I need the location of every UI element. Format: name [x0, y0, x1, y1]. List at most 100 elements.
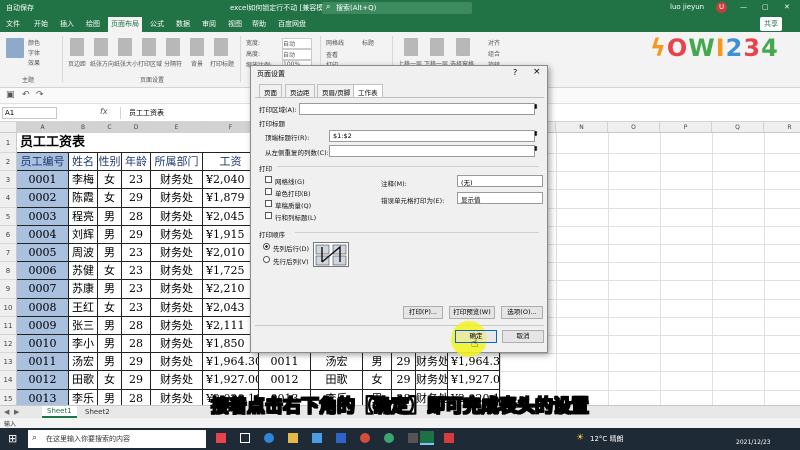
table-cell[interactable]: 0005: [17, 244, 69, 263]
avatar[interactable]: U: [716, 2, 727, 13]
table-cell[interactable]: 23: [122, 280, 151, 299]
print-titles-label[interactable]: 打印标题: [210, 59, 234, 68]
table-cell[interactable]: 29: [122, 353, 151, 372]
table-cell[interactable]: 田歌: [311, 371, 363, 390]
print-preview-button[interactable]: 打印预览(W): [449, 306, 495, 319]
column-header-O[interactable]: O: [608, 122, 660, 133]
row-header-14[interactable]: 14: [0, 371, 17, 390]
table-cell[interactable]: 王红: [69, 298, 98, 317]
store-icon[interactable]: [312, 433, 322, 443]
row-header-4[interactable]: 4: [0, 189, 17, 208]
table-cell[interactable]: 0010: [17, 335, 69, 354]
redo-icon[interactable]: ↷: [36, 90, 44, 100]
table-cell[interactable]: 周波: [69, 244, 98, 263]
tab-review[interactable]: 审阅: [202, 19, 216, 29]
column-header-C[interactable]: C: [98, 122, 122, 133]
print-button[interactable]: 打印(P)...: [403, 306, 443, 319]
table-cell[interactable]: 张三: [69, 316, 98, 335]
table-cell[interactable]: 23: [122, 244, 151, 263]
row-header-8[interactable]: 8: [0, 262, 17, 281]
table-cell[interactable]: 0006: [17, 262, 69, 281]
tab-formulas[interactable]: 公式: [150, 19, 164, 29]
table-cell[interactable]: 苏健: [69, 262, 98, 281]
width-select[interactable]: 自动: [282, 38, 312, 49]
orientation-icon[interactable]: [94, 38, 108, 56]
collapse-icon-cols[interactable]: ⬍: [533, 145, 539, 153]
taskbar-search[interactable]: ⌕ 在这里输入你要搜索的内容: [28, 430, 206, 448]
column-header-A[interactable]: A: [17, 122, 69, 133]
row-header-6[interactable]: 6: [0, 225, 17, 244]
table-cell[interactable]: 0008: [17, 298, 69, 317]
header-cell[interactable]: 性别: [98, 153, 122, 172]
table-cell[interactable]: 汤宏: [69, 353, 98, 372]
breaks-label[interactable]: 分隔符: [164, 59, 182, 68]
draft-checkbox[interactable]: [265, 200, 272, 207]
table-cell[interactable]: 男: [98, 353, 122, 372]
top-rows-input[interactable]: $1:$2: [329, 130, 535, 142]
tab-file[interactable]: 文件: [6, 19, 20, 29]
tab-header-footer[interactable]: 页眉/页脚: [317, 84, 356, 97]
row-header-5[interactable]: 5: [0, 207, 17, 226]
row-header-11[interactable]: 11: [0, 316, 17, 335]
table-cell[interactable]: 28: [122, 335, 151, 354]
errors-select[interactable]: 显示值: [457, 192, 543, 204]
table-cell[interactable]: 田歌: [69, 371, 98, 390]
table-cell[interactable]: 女: [98, 171, 122, 190]
edge-icon[interactable]: [264, 433, 274, 443]
tab-data[interactable]: 数据: [176, 19, 190, 29]
table-cell[interactable]: 财务处: [416, 353, 448, 372]
row-header-13[interactable]: 13: [0, 353, 17, 372]
help-icon[interactable]: ?: [513, 68, 517, 77]
breaks-icon[interactable]: [166, 38, 180, 56]
cancel-button[interactable]: 取消: [502, 330, 544, 343]
column-header-P[interactable]: P: [660, 122, 712, 133]
table-cell[interactable]: 0007: [17, 280, 69, 299]
tab-baidu[interactable]: 百度网盘: [278, 19, 306, 29]
table-cell[interactable]: ¥1,964.30: [203, 353, 259, 372]
maximize-icon[interactable]: ▢: [762, 3, 769, 11]
column-header-Q[interactable]: Q: [712, 122, 764, 133]
header-cell[interactable]: 所属部门: [151, 153, 203, 172]
comments-select[interactable]: (无): [457, 175, 543, 187]
table-cell[interactable]: ¥1,927.00: [203, 371, 259, 390]
table-cell[interactable]: 29: [122, 371, 151, 390]
header-cell[interactable]: 姓名: [69, 153, 98, 172]
table-cell[interactable]: 财务处: [151, 316, 203, 335]
table-cell[interactable]: 财务处: [151, 225, 203, 244]
share-button[interactable]: 共享: [760, 17, 782, 31]
table-cell[interactable]: 28: [122, 207, 151, 226]
name-box[interactable]: A1: [2, 107, 57, 119]
tab-view[interactable]: 视图: [228, 19, 242, 29]
align-label[interactable]: 对齐: [488, 38, 500, 47]
row-header-3[interactable]: 3: [0, 171, 17, 190]
table-cell[interactable]: 0011: [17, 353, 69, 372]
table-cell[interactable]: 0011: [259, 353, 311, 372]
table-cell[interactable]: 23: [122, 262, 151, 281]
table-cell[interactable]: 0001: [17, 171, 69, 190]
size-icon[interactable]: [118, 38, 132, 56]
tab-page-layout[interactable]: 页面布局: [108, 17, 142, 32]
table-cell[interactable]: 29: [392, 371, 416, 390]
tab-insert[interactable]: 插入: [60, 19, 74, 29]
background-icon[interactable]: [190, 38, 204, 56]
row-header-2[interactable]: 2: [0, 153, 17, 172]
table-cell[interactable]: 财务处: [151, 335, 203, 354]
windows-start-icon[interactable]: ⊞: [8, 432, 17, 445]
table-cell[interactable]: 男: [98, 244, 122, 263]
theme-effects[interactable]: 效果: [28, 58, 40, 67]
task-view-icon[interactable]: [240, 433, 250, 443]
table-cell[interactable]: 男: [98, 316, 122, 335]
table-cell[interactable]: 0012: [259, 371, 311, 390]
theme-colors[interactable]: 颜色: [28, 38, 40, 47]
table-cell[interactable]: 财务处: [151, 189, 203, 208]
table-cell[interactable]: 李梅: [69, 171, 98, 190]
table-cell[interactable]: 29: [392, 353, 416, 372]
app-icon-1[interactable]: [216, 433, 226, 443]
table-cell[interactable]: 财务处: [151, 298, 203, 317]
print-area-icon[interactable]: [142, 38, 156, 56]
table-cell[interactable]: 男: [98, 335, 122, 354]
mono-checkbox[interactable]: [265, 188, 272, 195]
row-header-1[interactable]: 1: [0, 133, 17, 153]
minimize-icon[interactable]: —: [740, 3, 747, 11]
table-cell[interactable]: 财务处: [151, 353, 203, 372]
